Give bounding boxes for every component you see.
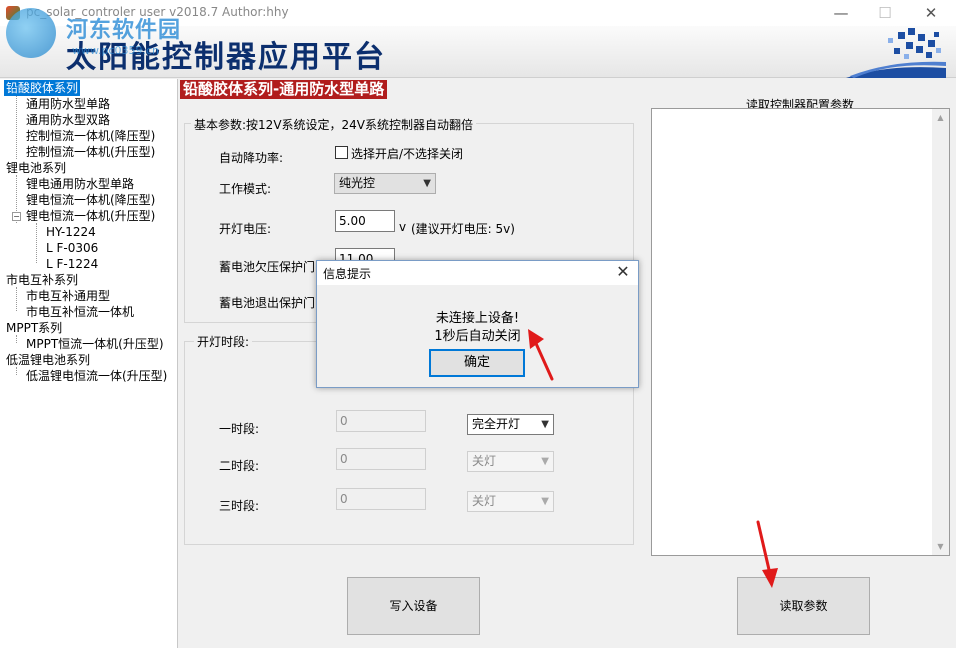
period-1-mode-select[interactable]: 完全开灯 ▼ — [467, 414, 554, 435]
tree-item-lithium-series[interactable]: 锂电池系列 — [4, 160, 68, 176]
auto-power-check-label: 选择开启/不选择关闭 — [351, 147, 464, 161]
period-3-mode-select[interactable]: 关灯 ▼ — [467, 491, 554, 512]
tree-item[interactable]: 通用防水型单路 — [24, 96, 112, 112]
mode-select[interactable]: 纯光控 ▼ — [334, 173, 436, 194]
light-on-voltage-input[interactable]: 5.00 — [335, 210, 395, 232]
period-2-mode-value: 关灯 — [472, 454, 497, 468]
maximize-button[interactable]: ☐ — [862, 0, 908, 26]
tree-item-mppt-series[interactable]: MPPT系列 — [4, 320, 64, 336]
chevron-down-icon: ▼ — [541, 496, 549, 507]
dialog-message-line2: 1秒后自动关闭 — [434, 329, 521, 344]
tree-item[interactable]: 锂电恒流一体机(降压型) — [24, 192, 157, 208]
header-banner: 太阳能控制器应用平台 — [0, 26, 956, 78]
tree-line — [16, 367, 17, 375]
dialog-title: 信息提示 — [323, 267, 372, 281]
period-2-input[interactable]: 0 — [336, 448, 426, 470]
period-3-mode-value: 关灯 — [472, 494, 497, 508]
period-1-label: 一时段: — [219, 422, 260, 436]
tree-item[interactable]: 控制恒流一体机(降压型) — [24, 128, 157, 144]
tree-item[interactable]: 控制恒流一体机(升压型) — [24, 144, 157, 160]
window-titlebar: pc_solar_controler user v2018.7 Author:h… — [0, 0, 956, 26]
tree-item[interactable]: L F-1224 — [44, 256, 100, 272]
exit-protection-label: 蓄电池退出保护门限 — [219, 296, 328, 310]
auto-power-checkbox[interactable] — [335, 146, 348, 159]
app-icon — [6, 6, 20, 20]
chevron-down-icon: ▼ — [541, 456, 549, 467]
chevron-down-icon: ▼ — [423, 178, 431, 189]
tree-item[interactable]: 锂电通用防水型单路 — [24, 176, 136, 192]
tree-item[interactable]: 锂电恒流一体机(升压型) — [24, 208, 157, 224]
minimize-button[interactable]: — — [818, 0, 864, 26]
tree-item[interactable]: 市电互补恒流一体机 — [24, 304, 136, 320]
tree-item[interactable]: HY-1224 — [44, 224, 98, 240]
tree-item[interactable]: 通用防水型双路 — [24, 112, 112, 128]
timing-legend: 开灯时段: — [194, 333, 253, 350]
tree-item-lead-acid-series[interactable]: 铅酸胶体系列 — [4, 80, 81, 96]
tree-item[interactable]: MPPT恒流一体机(升压型) — [24, 336, 166, 352]
tree-line — [16, 95, 17, 159]
basic-params-legend: 基本参数:按12V系统设定，24V系统控制器自动翻倍 — [191, 116, 477, 133]
scrollbar[interactable]: ▲ ▼ — [932, 109, 949, 555]
product-tree[interactable]: − 铅酸胶体系列 通用防水型单路 通用防水型双路 控制恒流一体机(降压型) 控制… — [0, 79, 178, 648]
scroll-up-icon[interactable]: ▲ — [932, 109, 949, 126]
dialog-close-icon[interactable]: ✕ — [614, 262, 632, 281]
banner-title: 太阳能控制器应用平台 — [66, 40, 386, 75]
period-2-mode-select[interactable]: 关灯 ▼ — [467, 451, 554, 472]
section-title: 铅酸胶体系列-通用防水型单路 — [180, 80, 388, 99]
window-title: pc_solar_controler user v2018.7 Author:h… — [26, 5, 289, 19]
tree-line — [16, 287, 17, 311]
tree-line — [36, 223, 37, 263]
period-1-input[interactable]: 0 — [336, 410, 426, 432]
period-2-label: 二时段: — [219, 459, 260, 473]
info-dialog: 信息提示 ✕ 未连接上设备! 1秒后自动关闭 确定 — [316, 260, 639, 388]
light-on-voltage-unit: v — [399, 220, 407, 234]
auto-power-label: 自动降功率: — [219, 151, 284, 165]
low-voltage-label: 蓄电池欠压保护门限 — [219, 260, 328, 274]
brand-logo-icon — [846, 28, 946, 78]
period-1-mode-value: 完全开灯 — [472, 417, 521, 431]
config-output-box[interactable]: ▲ ▼ — [651, 108, 950, 556]
tree-item-low-temp-series[interactable]: 低温锂电池系列 — [4, 352, 92, 368]
close-button[interactable]: ✕ — [908, 0, 954, 26]
tree-item-mains-series[interactable]: 市电互补系列 — [4, 272, 80, 288]
tree-item[interactable]: L F-0306 — [44, 240, 100, 256]
write-device-button[interactable]: 写入设备 — [347, 577, 480, 635]
period-3-input[interactable]: 0 — [336, 488, 426, 510]
tree-collapse-toggle-icon[interactable]: − — [12, 212, 21, 221]
light-on-voltage-label: 开灯电压: — [219, 222, 272, 236]
light-on-voltage-hint: (建议开灯电压: 5v) — [411, 222, 515, 236]
scroll-down-icon[interactable]: ▼ — [932, 538, 949, 555]
read-params-button[interactable]: 读取参数 — [737, 577, 870, 635]
tree-line — [16, 335, 17, 343]
dialog-message-line1: 未连接上设备! — [435, 311, 520, 326]
dialog-titlebar: 信息提示 ✕ — [317, 261, 638, 285]
mode-select-value: 纯光控 — [339, 176, 376, 190]
tree-item[interactable]: 低温锂电恒流一体(升压型) — [24, 368, 169, 384]
mode-label: 工作模式: — [219, 182, 272, 196]
dialog-ok-button[interactable]: 确定 — [429, 349, 525, 377]
tree-item[interactable]: 市电互补通用型 — [24, 288, 112, 304]
period-3-label: 三时段: — [219, 499, 260, 513]
chevron-down-icon: ▼ — [541, 419, 549, 430]
